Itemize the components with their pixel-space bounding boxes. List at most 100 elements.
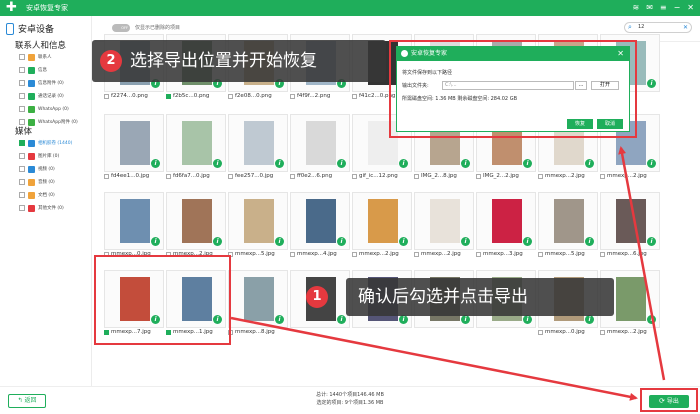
- photo-checkbox[interactable]: [414, 173, 419, 179]
- photo-checkbox[interactable]: [476, 251, 481, 257]
- photo-caption[interactable]: mmexp...0.jpg: [538, 328, 585, 336]
- photo-checkbox[interactable]: [538, 329, 543, 335]
- minimize-icon[interactable]: −: [674, 1, 681, 14]
- info-icon[interactable]: i: [213, 237, 222, 246]
- photo-thumbnail[interactable]: i: [228, 114, 288, 172]
- sidebar-checkbox[interactable]: [19, 153, 25, 159]
- sidebar-item[interactable]: 文档 (0): [19, 190, 89, 200]
- recover-button[interactable]: 恢复: [567, 119, 593, 129]
- photo-caption[interactable]: mmexp...2.jpg: [352, 250, 399, 258]
- photo-caption[interactable]: IMG_2...8.jpg: [414, 172, 457, 180]
- info-icon[interactable]: i: [461, 237, 470, 246]
- sidebar-checkbox[interactable]: [19, 166, 25, 172]
- back-button[interactable]: ↰ 返回: [8, 394, 46, 408]
- info-icon[interactable]: i: [523, 237, 532, 246]
- photo-thumbnail[interactable]: i: [104, 192, 164, 250]
- open-folder-button[interactable]: 打开: [591, 81, 619, 90]
- output-path-field[interactable]: C:\...: [442, 81, 574, 90]
- sidebar-checkbox[interactable]: [19, 192, 25, 198]
- photo-checkbox[interactable]: [290, 173, 295, 179]
- cancel-button[interactable]: 取消: [597, 119, 623, 129]
- sidebar-item[interactable]: 联系人: [19, 52, 89, 62]
- photo-caption[interactable]: fee257...0.jpg: [228, 172, 273, 180]
- sidebar-checkbox[interactable]: [19, 93, 25, 99]
- sidebar-item[interactable]: 信息附件 (0): [19, 78, 89, 88]
- photo-caption[interactable]: IMG_2...2.jpg: [476, 172, 519, 180]
- info-icon[interactable]: i: [647, 237, 656, 246]
- photo-thumbnail[interactable]: i: [228, 192, 288, 250]
- photo-checkbox[interactable]: [600, 173, 605, 179]
- photo-checkbox[interactable]: [352, 251, 357, 257]
- sidebar-item[interactable]: 相机胶卷 (1440): [19, 138, 89, 148]
- photo-checkbox[interactable]: [166, 93, 171, 99]
- photo-caption[interactable]: mmexp...2.jpg: [414, 250, 461, 258]
- sidebar-item[interactable]: WhatsApp (0): [19, 104, 89, 114]
- photo-thumbnail[interactable]: i: [166, 192, 226, 250]
- menu-icon[interactable]: ≡: [660, 1, 667, 14]
- deleted-only-toggle[interactable]: OFF: [112, 24, 130, 32]
- photo-thumbnail[interactable]: i: [104, 114, 164, 172]
- sidebar-item[interactable]: 其他文件 (0): [19, 203, 89, 213]
- photo-thumbnail[interactable]: i: [290, 114, 350, 172]
- info-icon[interactable]: i: [399, 237, 408, 246]
- sidebar-item[interactable]: 信息: [19, 65, 89, 75]
- info-icon[interactable]: i: [399, 159, 408, 168]
- photo-caption[interactable]: mmexp...6.jpg: [600, 250, 647, 258]
- sidebar-item[interactable]: 视频 (0): [19, 164, 89, 174]
- photo-caption[interactable]: gif_ic...12.png: [352, 172, 398, 180]
- wifi-icon[interactable]: ≋: [632, 1, 639, 14]
- photo-checkbox[interactable]: [476, 173, 481, 179]
- photo-thumbnail[interactable]: i: [290, 192, 350, 250]
- sidebar-checkbox[interactable]: [19, 54, 25, 60]
- photo-thumbnail[interactable]: i: [538, 192, 598, 250]
- photo-caption[interactable]: fd6fa7...0.jpg: [166, 172, 210, 180]
- photo-caption[interactable]: mmexp...8.jpg: [228, 328, 275, 336]
- sidebar-item[interactable]: 音频 (0): [19, 177, 89, 187]
- info-icon[interactable]: i: [337, 237, 346, 246]
- info-icon[interactable]: i: [461, 315, 470, 324]
- info-icon[interactable]: i: [523, 315, 532, 324]
- info-icon[interactable]: i: [585, 315, 594, 324]
- close-icon[interactable]: ✕: [687, 1, 694, 14]
- photo-caption[interactable]: f4f9f...2.png: [290, 92, 330, 100]
- photo-checkbox[interactable]: [104, 93, 109, 99]
- info-icon[interactable]: i: [275, 237, 284, 246]
- photo-caption[interactable]: mmexp...2.jpg: [600, 328, 647, 336]
- browse-button[interactable]: ...: [575, 81, 587, 90]
- sidebar-checkbox[interactable]: [19, 106, 25, 112]
- photo-thumbnail[interactable]: i: [476, 192, 536, 250]
- search-input[interactable]: ⌕ 12 ✕: [624, 22, 692, 33]
- photo-thumbnail[interactable]: i: [414, 192, 474, 250]
- photo-thumbnail[interactable]: i: [228, 270, 288, 328]
- info-icon[interactable]: i: [585, 237, 594, 246]
- info-icon[interactable]: i: [213, 159, 222, 168]
- photo-caption[interactable]: mmexp...2.jpg: [600, 172, 647, 180]
- photo-checkbox[interactable]: [414, 251, 419, 257]
- photo-caption[interactable]: mmexp...2.jpg: [538, 172, 585, 180]
- photo-checkbox[interactable]: [352, 173, 357, 179]
- photo-caption[interactable]: mmexp...3.jpg: [476, 250, 523, 258]
- info-icon[interactable]: i: [337, 159, 346, 168]
- info-icon[interactable]: i: [151, 159, 160, 168]
- photo-caption[interactable]: ff0e2...6.png: [290, 172, 332, 180]
- photo-checkbox[interactable]: [600, 329, 605, 335]
- info-icon[interactable]: i: [275, 315, 284, 324]
- info-icon[interactable]: i: [647, 315, 656, 324]
- info-icon[interactable]: i: [647, 159, 656, 168]
- photo-caption[interactable]: mmexp...5.jpg: [538, 250, 585, 258]
- dialog-close-icon[interactable]: ✕: [617, 47, 624, 61]
- sidebar-item[interactable]: 通话记录 (0): [19, 91, 89, 101]
- clear-search-icon[interactable]: ✕: [683, 23, 688, 32]
- photo-caption[interactable]: f2e08...0.png: [228, 92, 272, 100]
- photo-caption[interactable]: f2b5c...0.png: [166, 92, 209, 100]
- info-icon[interactable]: i: [461, 159, 470, 168]
- photo-checkbox[interactable]: [228, 93, 233, 99]
- sidebar-checkbox[interactable]: [19, 179, 25, 185]
- sidebar-item[interactable]: 图片库 (0): [19, 151, 89, 161]
- info-icon[interactable]: i: [399, 315, 408, 324]
- info-icon[interactable]: i: [523, 159, 532, 168]
- feedback-icon[interactable]: ✉: [646, 1, 653, 14]
- sidebar-checkbox[interactable]: [19, 205, 25, 211]
- sidebar-checkbox[interactable]: [19, 80, 25, 86]
- info-icon[interactable]: i: [337, 315, 346, 324]
